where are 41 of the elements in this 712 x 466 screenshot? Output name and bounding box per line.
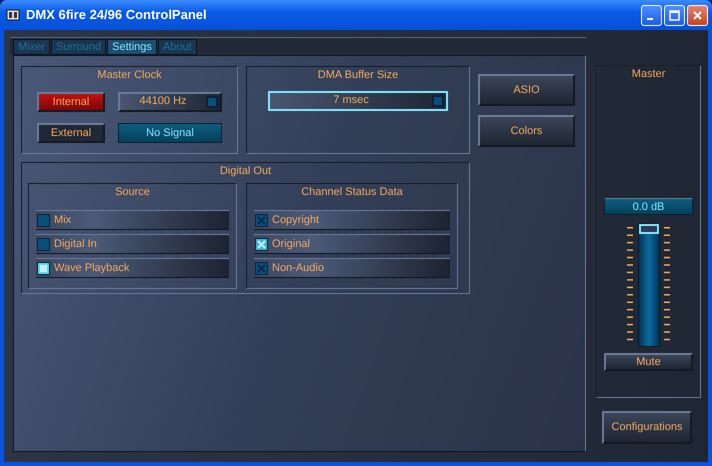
checkbox[interactable]	[255, 214, 268, 226]
tab[interactable]: Surround	[50, 39, 106, 55]
clock-source-button[interactable]: Internal	[37, 92, 105, 112]
panel-title: Master	[632, 68, 666, 81]
app-icon	[6, 8, 20, 22]
radio-row[interactable]: Digital In	[36, 234, 229, 254]
checkbox[interactable]	[255, 262, 268, 274]
tab[interactable]: About	[158, 39, 197, 55]
radio-row[interactable]: Wave Playback	[36, 258, 229, 278]
level-readout: 0.0 dB	[604, 198, 693, 215]
tab[interactable]: Mixer	[13, 39, 50, 55]
checkbox-row[interactable]: Original	[254, 234, 450, 254]
close-button[interactable]	[687, 4, 708, 26]
radio-button[interactable]	[37, 214, 50, 226]
group-title: Source	[115, 186, 150, 198]
maximize-button[interactable]	[664, 4, 685, 26]
sample-rate-dropdown[interactable]: 44100 Hz	[118, 92, 222, 112]
close-icon	[692, 10, 703, 20]
signal-display: No Signal	[118, 122, 222, 142]
checkbox-row[interactable]: Non-Audio	[254, 258, 450, 278]
tab[interactable]: Settings	[107, 39, 157, 55]
buffer-size-dropdown[interactable]: 7 msec	[268, 90, 448, 110]
group-title: Digital Out	[220, 165, 272, 178]
group-title: Channel Status Data	[301, 186, 403, 198]
checkbox[interactable]	[255, 238, 268, 250]
configurations-button[interactable]: Configurations	[602, 411, 692, 444]
mute-button[interactable]: Mute	[604, 353, 693, 371]
group-title: Master Clock	[97, 69, 162, 82]
radio-button[interactable]	[37, 238, 50, 250]
minimize-icon	[647, 18, 653, 20]
radio-row[interactable]: Mix	[36, 210, 229, 230]
group-title: DMA Buffer Size	[318, 69, 398, 82]
clock-source-button[interactable]: External	[37, 122, 105, 142]
radio-button[interactable]	[37, 262, 50, 274]
checkbox-row[interactable]: Copyright	[254, 210, 450, 230]
panel-button[interactable]: Colors	[478, 115, 575, 147]
minimize-button[interactable]	[641, 4, 662, 26]
fader-thumb[interactable]	[638, 224, 658, 234]
maximize-icon	[669, 10, 680, 20]
panel-button[interactable]: ASIO	[478, 74, 575, 106]
window-title: DMX 6fire 24/96 ControlPanel	[26, 6, 208, 24]
